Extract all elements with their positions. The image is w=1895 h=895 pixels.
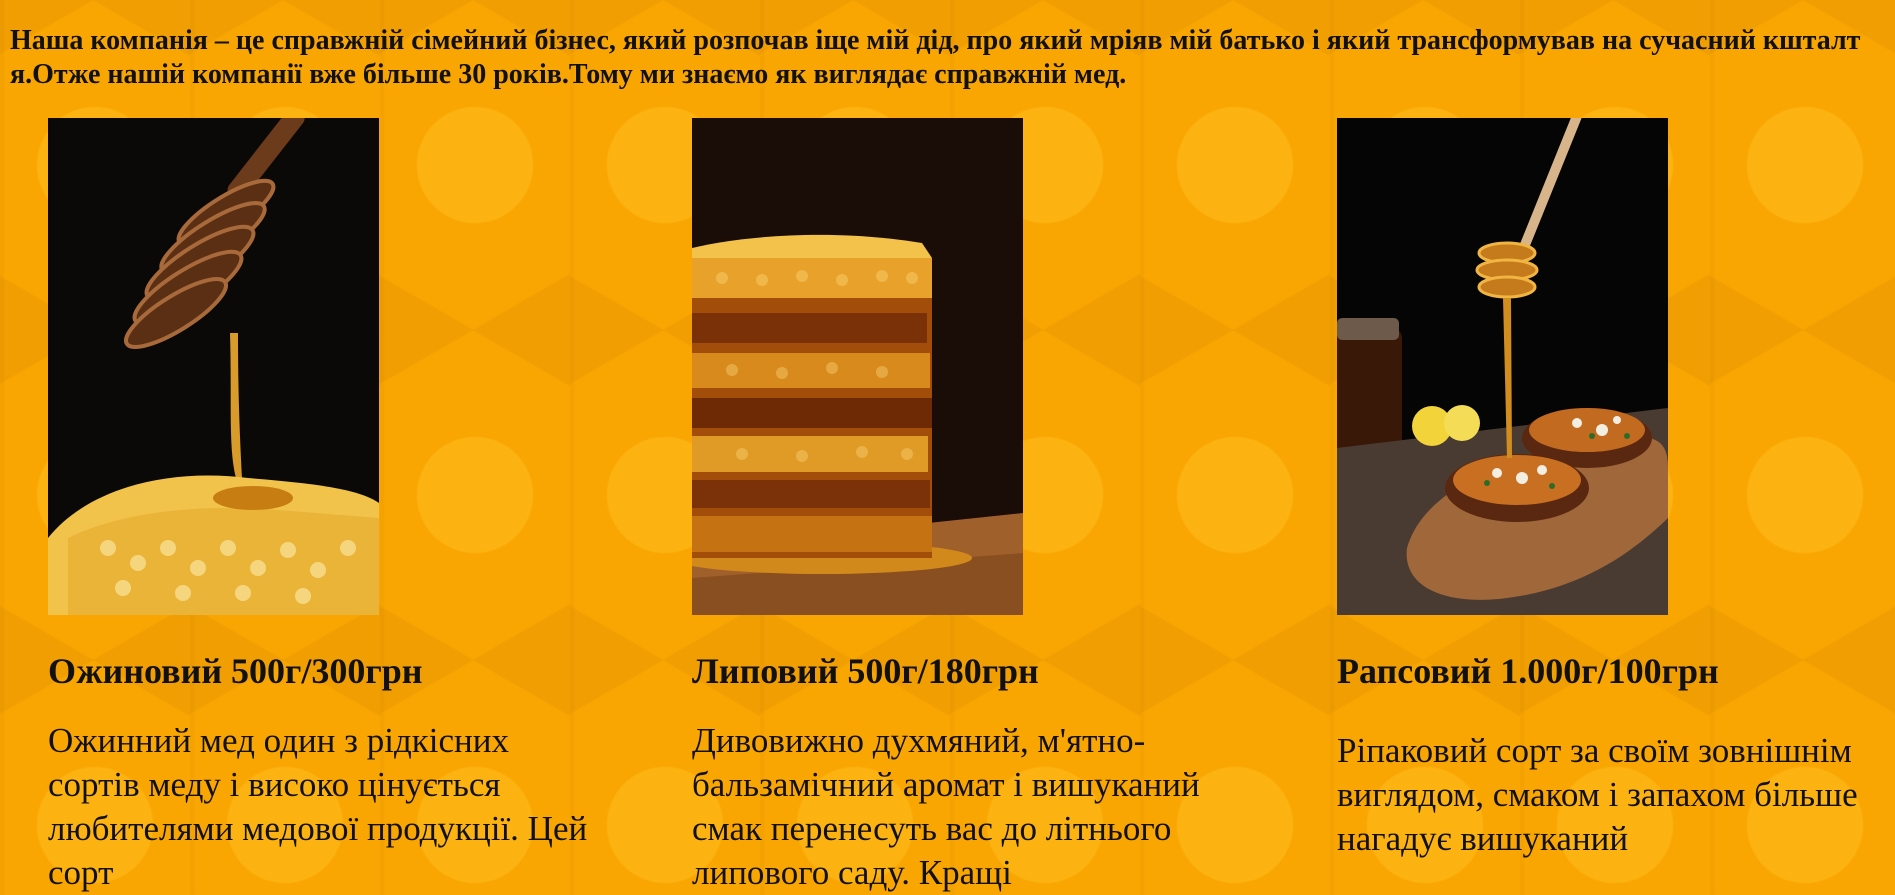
honey-dipper-honeycomb-picture [48, 118, 379, 615]
honey-dipper-dish-picture [1337, 118, 1668, 615]
product-card: Ожиновий 500г/300грн Ожинний мед один з … [48, 118, 608, 895]
product-title: Липовий 500г/180грн [692, 651, 1039, 691]
product-description: Ріпаковий сорт за своїм зовнішнім вигляд… [1337, 731, 1858, 858]
product-title: Рапсовий 1.000г/100грн [1337, 651, 1719, 691]
product-card: Липовий 500г/180грн Дивовижно духмяний, … [692, 118, 1252, 895]
product-description: Ожинний мед один з рідкісних сортів меду… [48, 721, 588, 892]
product-image-rapeseed-honey [1337, 118, 1668, 615]
product-description: Дивовижно духмяний, м'ятно-бальзамічний … [692, 721, 1200, 892]
product-card: Рапсовий 1.000г/100грн Ріпаковий сорт за… [1337, 118, 1895, 861]
honeycomb-stack-picture [692, 118, 1023, 615]
product-title: Ожиновий 500г/300грн [48, 651, 423, 691]
product-image-linden-honey [692, 118, 1023, 615]
company-intro-text: Наша компанія – це справжній сімейний бі… [10, 25, 1861, 90]
product-image-blackberry-honey [48, 118, 379, 615]
